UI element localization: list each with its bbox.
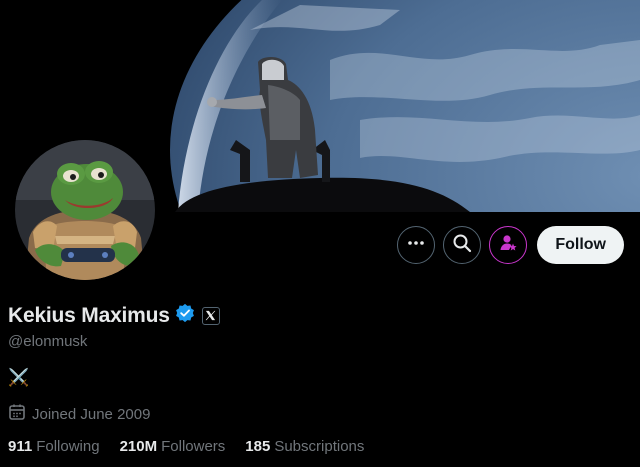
stat-value: 911 [8, 438, 33, 455]
search-button[interactable] [443, 226, 482, 264]
profile-actions: Follow [397, 225, 624, 265]
username-handle: @elonmusk [8, 333, 88, 350]
calendar-icon [8, 403, 26, 425]
stat-label: Following [36, 438, 100, 455]
profile-stats: 911 Following 210M Followers 185 Subscripti… [8, 438, 364, 455]
subscribe-button[interactable] [489, 226, 528, 264]
bio-text: ⚔️ [8, 368, 30, 387]
stat-label: Subscriptions [274, 438, 365, 455]
search-icon [452, 233, 472, 258]
profile-name-row: Kekius Maximus [8, 303, 220, 328]
display-name: Kekius Maximus [8, 303, 170, 327]
stat-value: 210M [119, 438, 158, 455]
following-count-link[interactable]: 911 Following [8, 438, 100, 455]
stat-label: Followers [161, 438, 226, 455]
follow-button-label: Follow [555, 236, 606, 253]
joined-date: Joined June 2009 [8, 403, 150, 425]
follow-button[interactable]: Follow [537, 226, 624, 264]
subscriptions-count-link[interactable]: 185 Subscriptions [245, 438, 364, 455]
followers-count-link[interactable]: 210M Followers [120, 438, 226, 455]
more-button[interactable] [397, 226, 436, 264]
x-logo-icon[interactable] [201, 306, 220, 325]
more-icon [407, 234, 425, 257]
joined-text: Joined June 2009 [32, 405, 151, 423]
subscribe-icon [498, 233, 518, 258]
avatar[interactable] [11, 136, 159, 284]
verified-badge-icon[interactable] [175, 303, 195, 328]
stat-value: 185 [245, 438, 271, 455]
